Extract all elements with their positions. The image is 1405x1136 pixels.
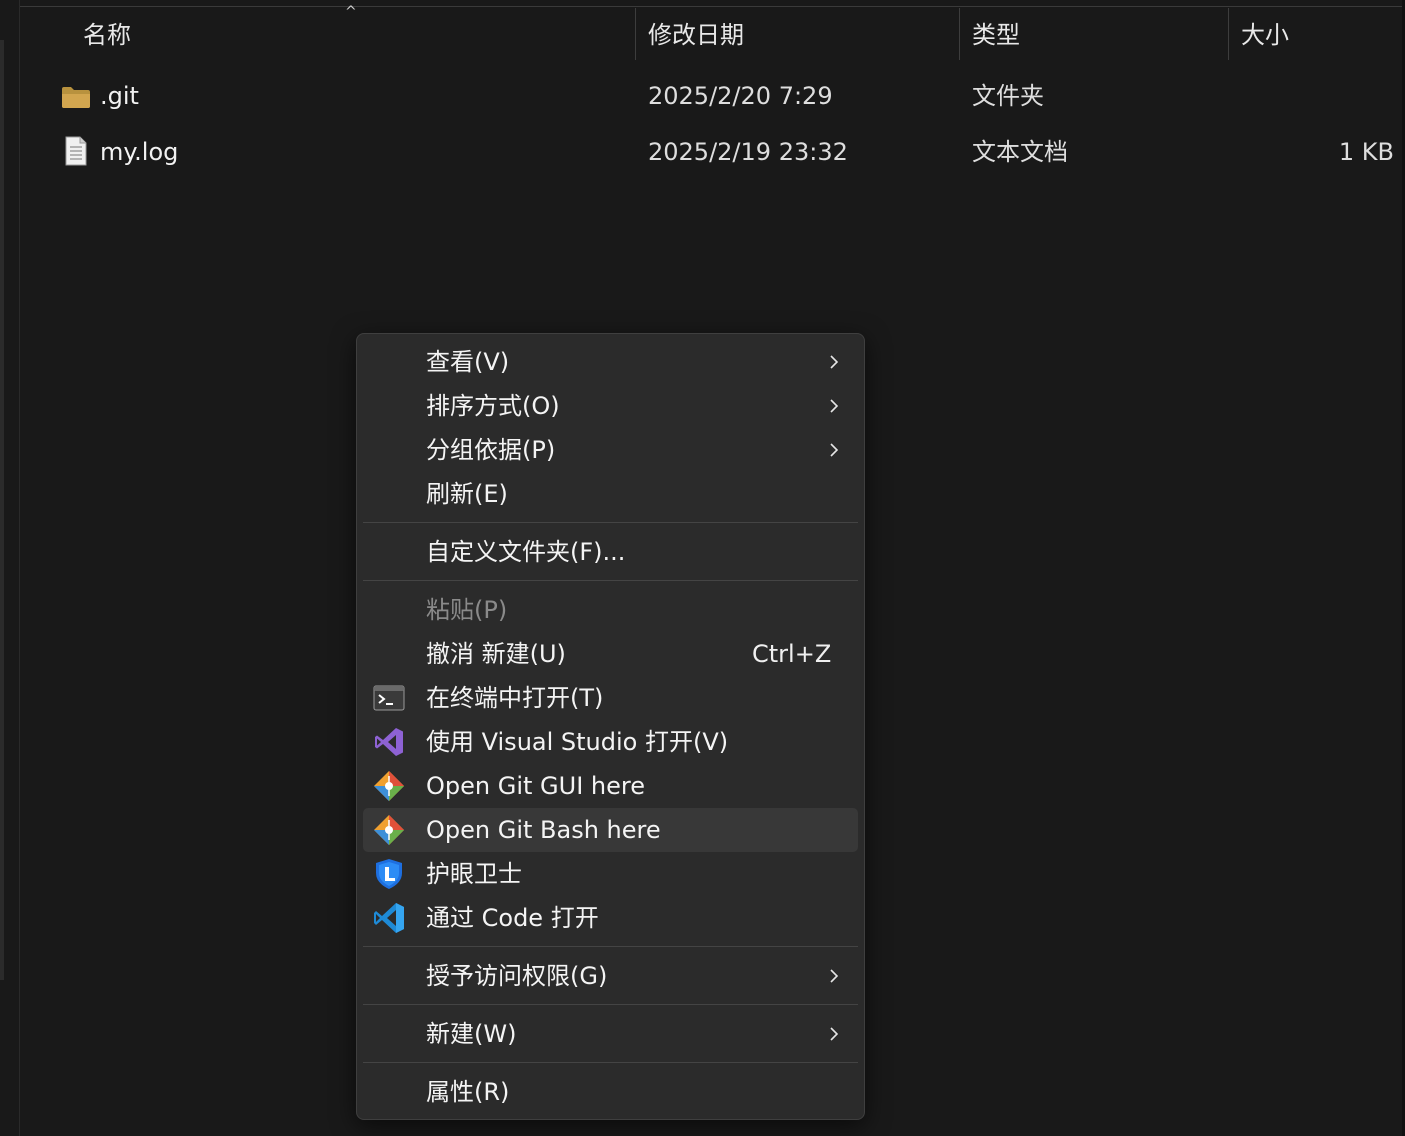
menu-item-label: 新建(W) <box>426 1020 517 1048</box>
menu-separator <box>363 946 858 947</box>
menu-separator <box>363 1062 858 1063</box>
menu-item-sort-by[interactable]: 排序方式(O) <box>363 384 858 428</box>
eye-guard-shield-icon <box>376 859 402 889</box>
column-header-size[interactable]: 大小 <box>1241 8 1289 60</box>
menu-item-label: Open Git Bash here <box>426 816 661 844</box>
file-type: 文件夹 <box>972 82 1044 110</box>
file-row[interactable]: .git 2025/2/20 7:29 文件夹 <box>20 69 1402 123</box>
file-modified: 2025/2/20 7:29 <box>648 82 833 110</box>
git-icon <box>374 771 404 801</box>
menu-item-label: 使用 Visual Studio 打开(V) <box>426 728 729 756</box>
file-type: 文本文档 <box>972 138 1068 166</box>
menu-item-group-by[interactable]: 分组依据(P) <box>363 428 858 472</box>
column-header: ^ 名称 修改日期 类型 大小 <box>20 4 1402 60</box>
file-name: my.log <box>100 138 179 166</box>
menu-item-refresh[interactable]: 刷新(E) <box>363 472 858 516</box>
git-icon <box>374 815 404 845</box>
file-modified: 2025/2/19 23:32 <box>648 138 848 166</box>
menu-item-label: 授予访问权限(G) <box>426 962 608 990</box>
folder-icon <box>62 87 90 108</box>
column-header-modified[interactable]: 修改日期 <box>648 8 744 60</box>
menu-item-label: 排序方式(O) <box>426 392 560 420</box>
chevron-right-icon <box>830 399 839 413</box>
context-menu: 查看(V) 排序方式(O) 分组依据(P) 刷新(E) 自定义文件夹(F)...… <box>356 333 865 1120</box>
chevron-right-icon <box>830 969 839 983</box>
column-header-type[interactable]: 类型 <box>972 8 1020 60</box>
file-explorer-window: ^ 名称 修改日期 类型 大小 .git 2025/2/20 7:29 文件夹 … <box>0 0 1405 1136</box>
column-header-name[interactable]: 名称 <box>83 8 131 60</box>
menu-separator <box>363 522 858 523</box>
menu-item-label: 撤消 新建(U) <box>426 640 566 668</box>
menu-item-open-in-terminal[interactable]: 在终端中打开(T) <box>363 676 858 720</box>
text-file-icon <box>65 136 87 166</box>
menu-item-label: 属性(R) <box>426 1078 510 1106</box>
menu-item-label: 查看(V) <box>426 348 510 376</box>
sort-ascending-icon: ^ <box>345 4 357 20</box>
menu-item-label: 刷新(E) <box>426 480 508 508</box>
menu-item-customize-folder[interactable]: 自定义文件夹(F)... <box>363 530 858 574</box>
menu-separator <box>363 580 858 581</box>
terminal-icon <box>373 685 405 711</box>
navigation-pane-edge <box>0 40 4 980</box>
menu-item-label: 护眼卫士 <box>426 860 522 888</box>
vscode-icon <box>374 903 404 933</box>
menu-item-eye-guard[interactable]: 护眼卫士 <box>363 852 858 896</box>
menu-item-view[interactable]: 查看(V) <box>363 340 858 384</box>
menu-item-open-visual-studio[interactable]: 使用 Visual Studio 打开(V) <box>363 720 858 764</box>
menu-item-label: 通过 Code 打开 <box>426 904 599 932</box>
menu-separator <box>363 1004 858 1005</box>
file-size: 1 KB <box>1338 138 1394 166</box>
column-resize-handle[interactable] <box>1228 8 1229 60</box>
menu-item-open-with-code[interactable]: 通过 Code 打开 <box>363 896 858 940</box>
menu-item-undo-new[interactable]: 撤消 新建(U) Ctrl+Z <box>363 632 858 676</box>
menu-item-new[interactable]: 新建(W) <box>363 1012 858 1056</box>
chevron-right-icon <box>830 355 839 369</box>
menu-item-label: 分组依据(P) <box>426 436 556 464</box>
menu-item-shortcut: Ctrl+Z <box>752 640 832 668</box>
menu-item-label: 在终端中打开(T) <box>426 684 604 712</box>
column-resize-handle[interactable] <box>959 8 960 60</box>
menu-item-label: 粘贴(P) <box>426 596 508 624</box>
chevron-right-icon <box>830 1027 839 1041</box>
menu-item-label: Open Git GUI here <box>426 772 645 800</box>
column-resize-handle[interactable] <box>635 8 636 60</box>
menu-item-label: 自定义文件夹(F)... <box>426 538 626 566</box>
menu-item-paste: 粘贴(P) <box>363 588 858 632</box>
file-row[interactable]: my.log 2025/2/19 23:32 文本文档 1 KB <box>20 125 1402 179</box>
visual-studio-icon <box>375 728 403 756</box>
menu-item-properties[interactable]: 属性(R) <box>363 1070 858 1114</box>
menu-item-open-git-bash[interactable]: Open Git Bash here <box>363 808 858 852</box>
header-top-border <box>20 6 1405 7</box>
chevron-right-icon <box>830 443 839 457</box>
file-name: .git <box>100 82 139 110</box>
menu-item-open-git-gui[interactable]: Open Git GUI here <box>363 764 858 808</box>
menu-item-grant-access[interactable]: 授予访问权限(G) <box>363 954 858 998</box>
